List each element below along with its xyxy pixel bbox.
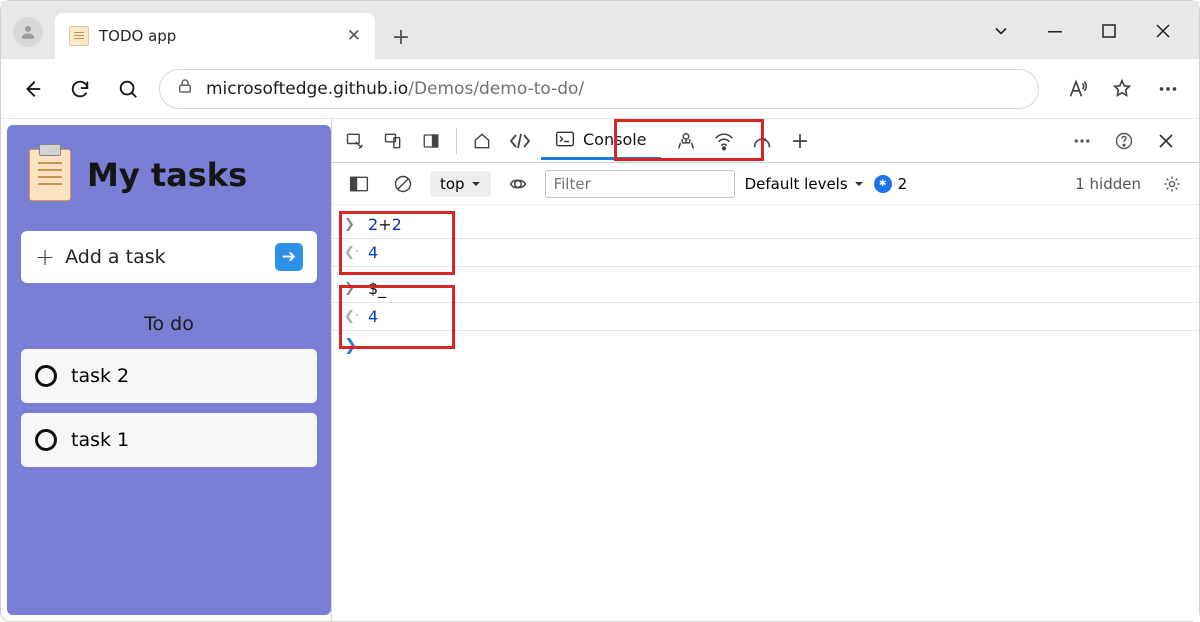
console-toolbar: top Default levels ✱ 2 1 hidden (332, 163, 1199, 205)
search-button[interactable] (111, 72, 145, 106)
maximize-button[interactable] (1097, 19, 1121, 43)
submit-task-button[interactable]: ➔ (275, 243, 303, 271)
close-devtools-button[interactable] (1149, 124, 1183, 158)
plus-icon: + (35, 243, 55, 271)
task-row[interactable]: task 2 (21, 349, 317, 403)
read-aloud-button[interactable] (1059, 72, 1093, 106)
address-bar[interactable]: microsoftedge.github.io/Demos/demo-to-do… (159, 69, 1039, 109)
minimize-button[interactable] (1043, 19, 1067, 43)
tab-favicon-icon (69, 26, 89, 46)
more-button[interactable] (1151, 72, 1185, 106)
context-selector[interactable]: top (430, 171, 491, 197)
help-button[interactable] (1107, 124, 1141, 158)
checkbox-icon[interactable] (35, 365, 57, 387)
more-tools-button[interactable] (1065, 124, 1099, 158)
network-tab[interactable] (707, 124, 741, 158)
favorite-button[interactable] (1105, 72, 1139, 106)
refresh-button[interactable] (63, 72, 97, 106)
task-label: task 1 (71, 429, 129, 451)
log-levels-selector[interactable]: Default levels (745, 175, 864, 193)
clear-console-button[interactable] (386, 167, 420, 201)
inspect-button[interactable] (338, 124, 372, 158)
task-label: task 2 (71, 365, 129, 387)
filter-input[interactable] (545, 170, 735, 198)
performance-tab[interactable] (745, 124, 779, 158)
annotation-highlight (339, 285, 455, 349)
toolbar: microsoftedge.github.io/Demos/demo-to-do… (1, 59, 1199, 119)
console-input-row: ❯ $_ (332, 275, 1199, 303)
console-output-row: ❮· 4 (332, 303, 1199, 331)
checkbox-icon[interactable] (35, 429, 57, 451)
sidebar-toggle-button[interactable] (342, 167, 376, 201)
issues-icon: ✱ (874, 175, 892, 193)
devtools-tabbar: Console (332, 119, 1199, 163)
browser-tab[interactable]: TODO app ✕ (55, 13, 375, 59)
hidden-count: 1 hidden (1075, 175, 1141, 193)
add-task-label: Add a task (65, 246, 166, 268)
console-settings-button[interactable] (1155, 167, 1189, 201)
tab-actions-button[interactable] (989, 19, 1013, 43)
console-input-row: ❯ 2+2 (332, 211, 1199, 239)
tab-title: TODO app (99, 27, 176, 45)
sources-tab[interactable] (669, 124, 703, 158)
elements-tab[interactable] (503, 124, 537, 158)
live-expression-button[interactable] (501, 167, 535, 201)
todo-app: My tasks + Add a task ➔ To do task 2 tas… (7, 125, 331, 615)
back-button[interactable] (15, 72, 49, 106)
task-row[interactable]: task 1 (21, 413, 317, 467)
clipboard-icon (29, 149, 71, 201)
console-tab[interactable]: Console (541, 122, 661, 160)
device-toggle-button[interactable] (376, 124, 410, 158)
profile-avatar[interactable] (13, 17, 43, 47)
dock-button[interactable] (414, 124, 448, 158)
annotation-highlight (339, 211, 455, 275)
console-output[interactable]: ❯ 2+2 ❮· 4 ❯ $_ ❮· 4 ❯ (332, 205, 1199, 621)
close-window-button[interactable] (1151, 19, 1175, 43)
issues-button[interactable]: ✱ 2 (874, 175, 908, 193)
close-tab-icon[interactable]: ✕ (347, 26, 361, 46)
lock-icon (176, 77, 194, 100)
page-title: My tasks (87, 156, 247, 194)
console-prompt[interactable]: ❯ (332, 331, 1199, 358)
window-titlebar: TODO app ✕ + (1, 1, 1199, 59)
console-output-row: ❮· 4 (332, 239, 1199, 267)
new-tab-button[interactable]: + (381, 17, 421, 57)
more-tabs-button[interactable] (783, 124, 817, 158)
url-text: microsoftedge.github.io/Demos/demo-to-do… (206, 79, 584, 99)
add-task-input[interactable]: + Add a task ➔ (21, 231, 317, 283)
console-tab-label: Console (583, 130, 647, 149)
devtools-panel: Console top Default levels (331, 119, 1199, 621)
section-heading: To do (21, 313, 317, 335)
welcome-tab[interactable] (465, 124, 499, 158)
